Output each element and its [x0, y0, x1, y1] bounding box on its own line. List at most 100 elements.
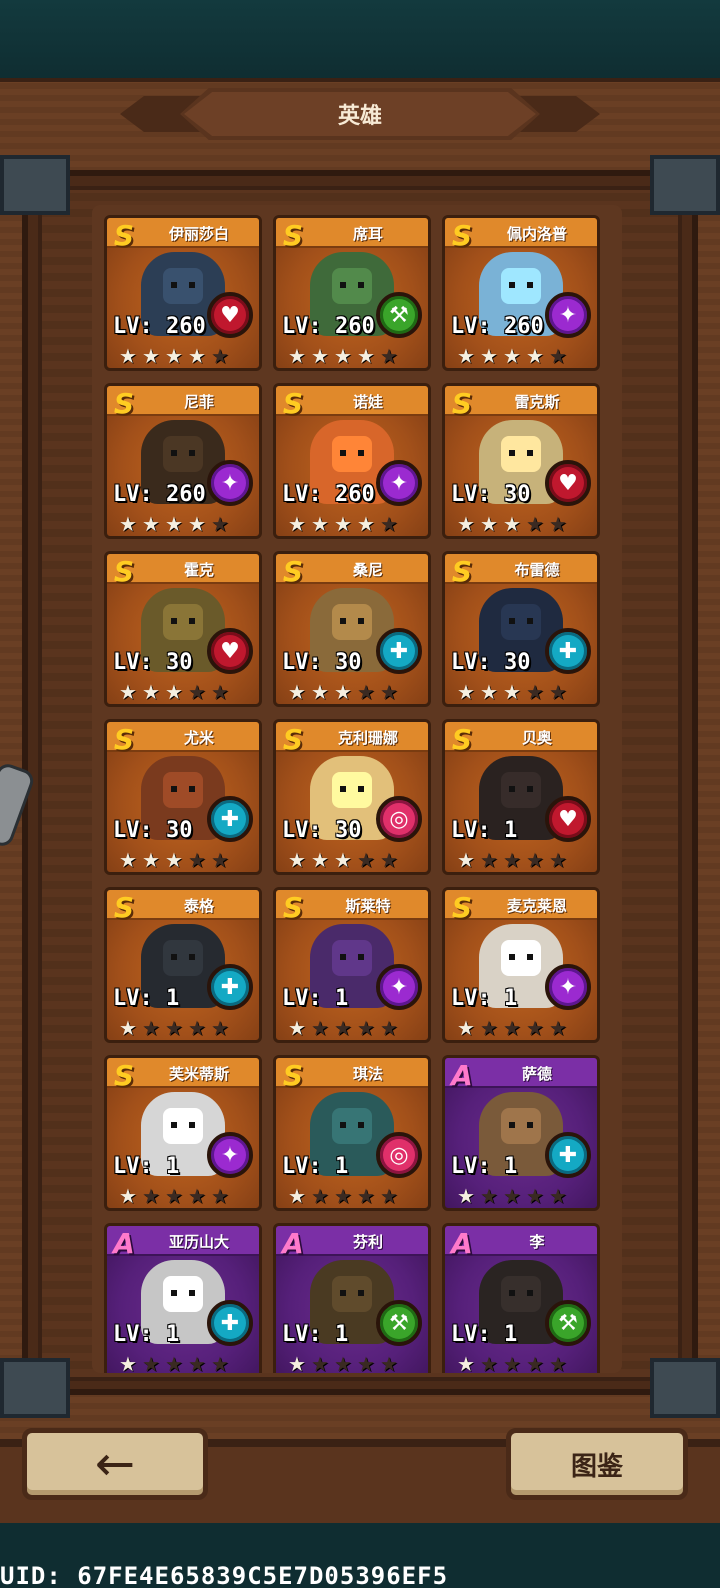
hero-name: 雷克斯: [514, 393, 560, 411]
star-icon: ★: [188, 344, 206, 368]
star-icon: ★: [549, 680, 567, 704]
star-icon: ★: [480, 1352, 498, 1373]
star-rating: ★ ★ ★ ★ ★: [455, 850, 569, 870]
hero-card[interactable]: S 克利珊娜 LV: 30 ◎ ★ ★ ★ ★ ★: [273, 719, 431, 875]
star-rating: ★ ★ ★ ★ ★: [117, 850, 231, 870]
rarity-badge: A: [451, 1058, 473, 1092]
star-icon: ★: [188, 680, 206, 704]
orb-icon: ✚: [545, 628, 591, 674]
back-button[interactable]: ←: [22, 1428, 208, 1500]
codex-button[interactable]: 图鉴: [506, 1428, 688, 1500]
hero-card[interactable]: A 萨德 LV: 1 ✚ ★ ★ ★ ★ ★: [442, 1055, 600, 1211]
hero-level: LV: 260: [282, 482, 375, 507]
hero-card[interactable]: S 斯莱特 LV: 1 ✦ ★ ★ ★ ★ ★: [273, 887, 431, 1043]
hero-name: 伊丽莎白: [168, 225, 229, 243]
star-icon: ★: [357, 512, 375, 536]
star-rating: ★ ★ ★ ★ ★: [286, 346, 400, 366]
hero-card[interactable]: A 芬利 LV: 1 ⚒ ★ ★ ★ ★ ★: [273, 1223, 431, 1373]
star-rating: ★ ★ ★ ★ ★: [455, 1018, 569, 1038]
star-icon: ★: [119, 1352, 137, 1373]
star-icon: ★: [334, 512, 352, 536]
hero-level: LV: 260: [451, 314, 544, 339]
hero-card[interactable]: S 诺娃 LV: 260 ✦ ★ ★ ★ ★ ★: [273, 383, 431, 539]
hero-list[interactable]: S 伊丽莎白 LV: 260 ♥ ★ ★ ★ ★ ★ S 席耳 LV: 260 ⚒ ★ ★ ★ ★ ★ S 佩内洛普 L…: [92, 205, 622, 1373]
star-icon: ★: [480, 344, 498, 368]
hero-card[interactable]: S 雷克斯 LV: 30 ♥ ★ ★ ★ ★ ★: [442, 383, 600, 539]
rarity-badge: S: [282, 722, 304, 756]
hero-card[interactable]: S 芙米蒂斯 LV: 1 ✦ ★ ★ ★ ★ ★: [104, 1055, 262, 1211]
star-icon: ★: [380, 1184, 398, 1208]
star-icon: ★: [142, 344, 160, 368]
hero-card[interactable]: S 尤米 LV: 30 ✚ ★ ★ ★ ★ ★: [104, 719, 262, 875]
star-icon: ★: [188, 1016, 206, 1040]
star-icon: ★: [188, 512, 206, 536]
hero-card[interactable]: S 琪法 LV: 1 ◎ ★ ★ ★ ★ ★: [273, 1055, 431, 1211]
star-icon: ★: [457, 344, 475, 368]
star-icon: ★: [165, 1184, 183, 1208]
hero-card[interactable]: S 布雷德 LV: 30 ✚ ★ ★ ★ ★ ★: [442, 551, 600, 707]
hero-level: LV: 1: [113, 986, 180, 1011]
hero-card[interactable]: S 佩内洛普 LV: 260 ✦ ★ ★ ★ ★ ★: [442, 215, 600, 371]
star-icon: ★: [503, 512, 521, 536]
star-icon: ★: [119, 1016, 137, 1040]
star-icon: ★: [380, 1352, 398, 1373]
hero-card[interactable]: S 麦克莱恩 LV: 1 ✦ ★ ★ ★ ★ ★: [442, 887, 600, 1043]
orb-icon: ✚: [207, 964, 253, 1010]
star-icon: ★: [357, 680, 375, 704]
star-rating: ★ ★ ★ ★ ★: [455, 682, 569, 702]
hero-name: 斯莱特: [345, 897, 391, 915]
hero-card[interactable]: S 席耳 LV: 260 ⚒ ★ ★ ★ ★ ★: [273, 215, 431, 371]
star-icon: ★: [311, 344, 329, 368]
hero-card[interactable]: S 泰格 LV: 1 ✚ ★ ★ ★ ★ ★: [104, 887, 262, 1043]
hero-card[interactable]: S 霍克 LV: 30 ♥ ★ ★ ★ ★ ★: [104, 551, 262, 707]
hero-card[interactable]: S 贝奥 LV: 1 ♥ ★ ★ ★ ★ ★: [442, 719, 600, 875]
star-icon: ★: [549, 512, 567, 536]
star-icon: ★: [457, 680, 475, 704]
star-icon: ★: [119, 848, 137, 872]
hero-level: LV: 1: [113, 1154, 180, 1179]
rarity-badge: S: [282, 386, 304, 420]
star-icon: ★: [503, 848, 521, 872]
star-rating: ★ ★ ★ ★ ★: [117, 682, 231, 702]
star-icon: ★: [503, 1184, 521, 1208]
hero-card[interactable]: A 亚历山大 LV: 1 ✚ ★ ★ ★ ★ ★: [104, 1223, 262, 1373]
star-rating: ★ ★ ★ ★ ★: [286, 1018, 400, 1038]
star-icon: ★: [480, 1016, 498, 1040]
hero-name: 席耳: [352, 225, 383, 243]
hero-name: 诺娃: [352, 393, 383, 411]
star-icon: ★: [457, 1184, 475, 1208]
hero-name: 贝奥: [521, 729, 552, 747]
star-icon: ★: [457, 1352, 475, 1373]
hero-name: 布雷德: [514, 561, 560, 579]
star-icon: ★: [503, 1352, 521, 1373]
leaf-icon: ⚒: [545, 1300, 591, 1346]
heart-icon: ♥: [207, 292, 253, 338]
hero-card[interactable]: A 李 LV: 1 ⚒ ★ ★ ★ ★ ★: [442, 1223, 600, 1373]
hero-card[interactable]: S 桑尼 LV: 30 ✚ ★ ★ ★ ★ ★: [273, 551, 431, 707]
rarity-badge: S: [282, 554, 304, 588]
hero-level: LV: 1: [451, 818, 518, 843]
star-icon: ★: [311, 1352, 329, 1373]
star-icon: ★: [311, 1016, 329, 1040]
hero-card[interactable]: S 伊丽莎白 LV: 260 ♥ ★ ★ ★ ★ ★: [104, 215, 262, 371]
hero-level: LV: 1: [282, 1154, 349, 1179]
hero-level: LV: 1: [451, 986, 518, 1011]
hero-level: LV: 260: [282, 314, 375, 339]
star-icon: ★: [549, 1184, 567, 1208]
star-icon: ★: [549, 848, 567, 872]
frame-corner-top-left: [0, 155, 70, 215]
rarity-badge: S: [451, 386, 473, 420]
orb-icon: ✚: [376, 628, 422, 674]
star-icon: ★: [288, 1016, 306, 1040]
hero-card[interactable]: S 尼菲 LV: 260 ✦ ★ ★ ★ ★ ★: [104, 383, 262, 539]
hero-level: LV: 1: [282, 1322, 349, 1347]
star-icon: ★: [334, 1016, 352, 1040]
frame-corner-bottom-right: [650, 1358, 720, 1418]
hero-level: LV: 1: [113, 1322, 180, 1347]
hero-name: 尤米: [183, 729, 214, 747]
rarity-badge: S: [451, 218, 473, 252]
hero-level: LV: 30: [113, 818, 193, 843]
star-rating: ★ ★ ★ ★ ★: [455, 1186, 569, 1206]
rarity-badge: S: [113, 722, 135, 756]
orb-icon: ✚: [207, 796, 253, 842]
